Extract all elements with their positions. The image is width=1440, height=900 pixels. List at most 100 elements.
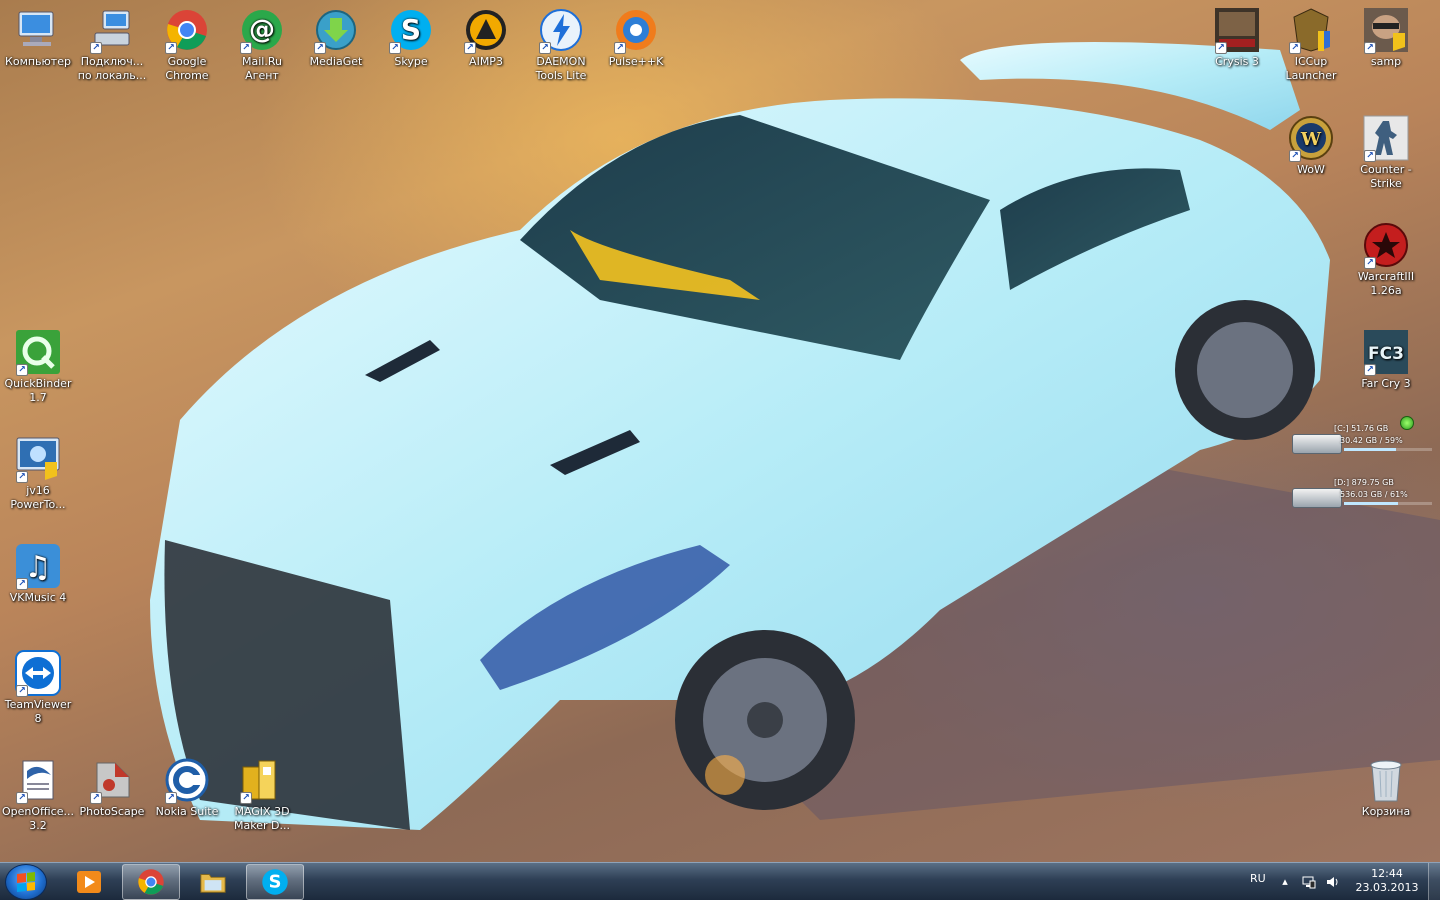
desktop-icon-wow[interactable]: W ↗ WoW [1273,114,1349,177]
vkmusic-icon: ♫ ↗ [14,542,62,590]
svg-text:W: W [1300,129,1322,150]
shortcut-arrow-icon: ↗ [16,685,28,697]
shortcut-arrow-icon: ↗ [240,792,252,804]
taskbar-clock[interactable]: 12:44 23.03.2013 [1352,867,1422,895]
shortcut-arrow-icon: ↗ [1364,364,1376,376]
shortcut-arrow-icon: ↗ [539,42,551,54]
taskbar-chrome-button[interactable] [122,864,180,900]
svg-text:S: S [401,13,421,46]
taskbar: S RU ▴ 12:44 23.03.2013 [0,862,1440,900]
desktop-icon-nokia-suite[interactable]: ↗ Nokia Suite [149,756,225,819]
aimp-icon: ↗ [462,6,510,54]
shortcut-arrow-icon: ↗ [16,364,28,376]
hard-drive-icon [1292,434,1342,454]
shortcut-arrow-icon: ↗ [1289,42,1301,54]
shortcut-arrow-icon: ↗ [240,42,252,54]
wow-icon: W ↗ [1287,114,1335,162]
quickbinder-icon: ↗ [14,328,62,376]
magix-icon: ↗ [238,756,286,804]
shortcut-arrow-icon: ↗ [1364,150,1376,162]
openoffice-icon: ↗ [14,756,62,804]
warcraft-icon: ↗ [1362,221,1410,269]
desktop-icon-network-connection[interactable]: ↗ Подключ... по локаль... [74,6,150,83]
desktop-icon-warcraft3[interactable]: ↗ WarcraftIII 1.26a [1348,221,1424,298]
far-cry-icon: FC3 ↗ [1362,328,1410,376]
desktop-icon-mediaget[interactable]: ↗ MediaGet [298,6,374,69]
desktop-icon-aimp3[interactable]: ↗ AIMP3 [448,6,524,69]
show-desktop-button[interactable] [1428,863,1440,900]
desktop-icon-photoscape[interactable]: ↗ PhotoScape [74,756,150,819]
desktop-icon-magix-3d-maker[interactable]: ↗ MAGIX 3D Maker D... [224,756,300,833]
explorer-icon [199,868,227,896]
drive-c-usage-bar [1344,448,1432,451]
show-hidden-icons-chevron-icon[interactable]: ▴ [1278,875,1292,889]
photoscape-icon: ↗ [88,756,136,804]
language-indicator[interactable]: RU [1250,872,1266,885]
daemon-tools-icon: ↗ [537,6,585,54]
drive-d-row[interactable]: [D:] 879.75 GB 536.03 GB / 61% [1290,470,1440,524]
desktop-icon-teamviewer[interactable]: ↗ TeamViewer 8 [0,649,76,726]
start-button[interactable] [5,864,47,900]
hard-drive-icon [1292,488,1342,508]
desktop-icon-mailru-agent[interactable]: @ ↗ Mail.Ru Агент [224,6,300,83]
counter-strike-icon: ↗ [1362,114,1410,162]
chrome-icon [137,868,165,896]
desktop-icon-google-chrome[interactable]: ↗ Google Chrome [149,6,225,83]
wallpaper-car-illustration [150,42,1440,831]
desktop-icon-quickbinder[interactable]: ↗ QuickBinder 1.7 [0,328,76,405]
clock-date: 23.03.2013 [1355,881,1419,894]
mediaget-icon: ↗ [312,6,360,54]
desktop-icon-daemon-tools[interactable]: ↗ DAEMON Tools Lite [523,6,599,83]
desktop-icon-counter-strike[interactable]: ↗ Counter - Strike [1348,114,1424,191]
shortcut-arrow-icon: ↗ [614,42,626,54]
desktop-icon-iccup-launcher[interactable]: ↗ ICCup Launcher [1273,6,1349,83]
jv16-icon: ↗ [14,435,62,483]
shortcut-arrow-icon: ↗ [1215,42,1227,54]
volume-icon[interactable] [1326,875,1340,889]
svg-text:♫: ♫ [25,550,52,585]
network-connection-icon: ↗ [88,6,136,54]
windows-logo-icon [17,872,35,892]
shortcut-arrow-icon: ↗ [16,471,28,483]
svg-text:S: S [269,872,282,893]
desktop-icon-far-cry3[interactable]: FC3 ↗ Far Cry 3 [1348,328,1424,391]
drive-c-row[interactable]: [C:] 51.76 GB 30.42 GB / 59% [1290,416,1440,470]
taskbar-explorer-button[interactable] [184,864,242,900]
shortcut-arrow-icon: ↗ [90,792,102,804]
skype-icon: S ↗ [387,6,435,54]
desktop-icon-skype[interactable]: S ↗ Skype [373,6,449,69]
media-player-icon [75,868,103,896]
desktop-icon-openoffice[interactable]: ↗ OpenOffice... 3.2 [0,756,76,833]
shortcut-arrow-icon: ↗ [90,42,102,54]
samp-icon: ↗ [1362,6,1410,54]
recycle-bin-icon [1362,756,1410,804]
teamviewer-icon: ↗ [14,649,62,697]
mailru-agent-icon: @ ↗ [238,6,286,54]
desktop-icon-vkmusic[interactable]: ♫ ↗ VKMusic 4 [0,542,76,605]
refresh-icon[interactable] [1400,416,1414,430]
taskbar-media-player-button[interactable] [60,864,118,900]
desktop-wallpaper [0,0,1440,862]
desktop-icon-jv16-powertools[interactable]: ↗ jv16 PowerTo... [0,435,76,512]
shortcut-arrow-icon: ↗ [1364,257,1376,269]
skype-icon: S [261,868,289,896]
desktop-icon-crysis3[interactable]: ↗ Crysis 3 [1199,6,1275,69]
desktop-icon-samp[interactable]: ↗ samp [1348,6,1424,69]
desktop-icon-computer[interactable]: Компьютер [0,6,76,69]
desktop-icon-recycle-bin[interactable]: Корзина [1348,756,1424,819]
drive-d-name: [D:] 879.75 GB [1334,478,1394,487]
network-icon[interactable] [1302,875,1316,889]
iccup-icon: ↗ [1287,6,1335,54]
shortcut-arrow-icon: ↗ [464,42,476,54]
shortcut-arrow-icon: ↗ [16,792,28,804]
desktop-icon-pulse[interactable]: ↗ Pulse++K [598,6,674,69]
shortcut-arrow-icon: ↗ [165,792,177,804]
drive-d-usage-bar [1344,502,1432,505]
computer-icon [14,6,62,54]
taskbar-skype-button[interactable]: S [246,864,304,900]
clock-time: 12:44 [1371,867,1403,880]
drive-space-gadget: [C:] 51.76 GB 30.42 GB / 59% [D:] 879.75… [1290,416,1440,524]
pulse-icon: ↗ [612,6,660,54]
shortcut-arrow-icon: ↗ [1289,150,1301,162]
shortcut-arrow-icon: ↗ [314,42,326,54]
